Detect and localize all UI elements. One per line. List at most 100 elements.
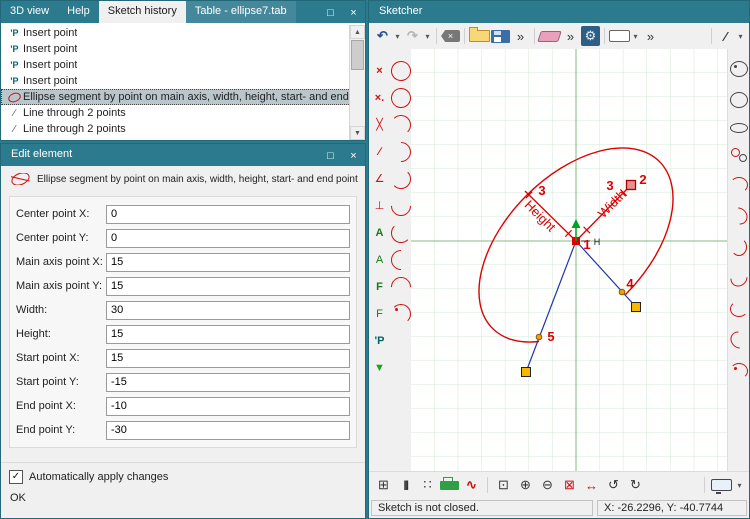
history-item-line-2[interactable]: Line through 2 points bbox=[1, 121, 365, 137]
history-item-insert-point-4[interactable]: Insert point bbox=[1, 73, 365, 89]
height-input[interactable] bbox=[106, 324, 350, 344]
maximize-button[interactable]: □ bbox=[319, 149, 342, 162]
zoom-previous-button[interactable]: ↺ bbox=[604, 475, 623, 495]
redo-dropdown[interactable]: ▾ bbox=[423, 26, 432, 46]
function-2-tool-icon[interactable]: F bbox=[371, 305, 389, 323]
maximize-button[interactable]: □ bbox=[319, 6, 342, 19]
close-button[interactable]: × bbox=[342, 6, 365, 19]
insert-point-tool-icon[interactable]: 'P bbox=[371, 332, 389, 350]
plot-button[interactable] bbox=[440, 476, 459, 490]
history-item-ellipse-segment[interactable]: Ellipse segment by point on main axis, w… bbox=[1, 89, 365, 105]
eraser-button[interactable] bbox=[537, 30, 562, 42]
tab-table-ellipse7[interactable]: Table - ellipse7.tab bbox=[185, 1, 296, 23]
point-tool-icon[interactable]: × bbox=[371, 62, 389, 80]
more-selection-tools-button[interactable]: » bbox=[641, 26, 660, 46]
ellipse-tool-icon[interactable] bbox=[387, 57, 414, 84]
zoom-extents-button[interactable]: ⊠ bbox=[560, 475, 579, 495]
main-axis-point-marker[interactable] bbox=[625, 179, 637, 191]
curve-button[interactable]: ∿ bbox=[462, 475, 481, 495]
circular-arc-3-tool-icon[interactable] bbox=[730, 238, 747, 256]
more-edit-tools-button[interactable]: » bbox=[561, 26, 580, 46]
circular-arc-5-tool-icon[interactable] bbox=[729, 301, 748, 317]
circle-center-tool-icon[interactable] bbox=[729, 61, 748, 77]
close-button[interactable]: × bbox=[342, 149, 365, 162]
circle-2-tool-icon[interactable] bbox=[729, 123, 748, 133]
ellipse-rotated-tool-icon[interactable] bbox=[387, 84, 414, 111]
line-style-dropdown[interactable]: ▾ bbox=[736, 26, 745, 46]
zoom-in-button[interactable]: ⊕ bbox=[516, 475, 535, 495]
tab-3d-view[interactable]: 3D view bbox=[1, 1, 58, 23]
end-point-x-input[interactable] bbox=[106, 396, 350, 416]
function-tool-icon[interactable]: F bbox=[371, 278, 389, 296]
center-point-y-input[interactable] bbox=[106, 228, 350, 248]
redraw-button[interactable]: ↻ bbox=[626, 475, 645, 495]
hatch-button[interactable]: ∷ bbox=[418, 475, 437, 495]
auto-apply-checkbox[interactable]: ✓ bbox=[9, 470, 23, 484]
apply-tool-icon[interactable]: ▼ bbox=[371, 359, 389, 377]
delete-button[interactable]: × bbox=[441, 30, 460, 42]
start-point-x-input[interactable] bbox=[106, 348, 350, 368]
angle-tool-icon[interactable]: ∠ bbox=[371, 170, 389, 188]
selection-dropdown[interactable]: ▾ bbox=[631, 26, 640, 46]
bars-button[interactable]: ||| bbox=[396, 475, 415, 495]
arc-tool-icon[interactable] bbox=[390, 168, 411, 189]
label-tool-icon[interactable]: A bbox=[371, 224, 389, 242]
cross-lines-tool-icon[interactable]: ╳ bbox=[371, 116, 389, 134]
line1-end-marker[interactable] bbox=[631, 302, 641, 312]
circular-arc-2-tool-icon[interactable] bbox=[726, 203, 750, 229]
arc-6-tool-icon[interactable] bbox=[390, 303, 411, 324]
circular-arc-4-tool-icon[interactable] bbox=[726, 265, 750, 291]
circular-arc-6-tool-icon[interactable] bbox=[726, 327, 750, 353]
save-button[interactable] bbox=[491, 29, 510, 43]
redo-button[interactable]: ↷ bbox=[403, 26, 422, 46]
point-coordinates-tool-icon[interactable]: ×. bbox=[371, 89, 389, 107]
viewport-button[interactable] bbox=[711, 479, 732, 494]
history-scrollbar[interactable]: ▲ ▼ bbox=[349, 25, 365, 140]
history-item-line-1[interactable]: Line through 2 points bbox=[1, 105, 365, 121]
zoom-window-button[interactable]: ⊡ bbox=[494, 475, 513, 495]
zoom-out-button[interactable]: ⊖ bbox=[538, 475, 557, 495]
end-point-y-input[interactable] bbox=[106, 420, 350, 440]
start-point-marker[interactable] bbox=[618, 288, 626, 296]
width-input[interactable] bbox=[106, 300, 350, 320]
tab-help[interactable]: Help bbox=[58, 1, 99, 23]
tab-sketch-history[interactable]: Sketch history bbox=[98, 1, 186, 23]
label-2-tool-icon[interactable]: A bbox=[371, 251, 389, 269]
cursor-coordinates: X: -26.2296, Y: -40.7744 bbox=[597, 500, 747, 516]
viewport-dropdown[interactable]: ▾ bbox=[735, 475, 744, 495]
sketch-canvas[interactable]: H 1 2 3 3 4 5 Width Height bbox=[411, 49, 727, 472]
circle-tool-icon[interactable] bbox=[729, 92, 748, 108]
main-axis-point-x-input[interactable] bbox=[106, 252, 350, 272]
line2-end-marker[interactable] bbox=[521, 367, 531, 377]
settings-button[interactable]: ⚙ bbox=[581, 26, 600, 46]
two-circles-tool-icon[interactable] bbox=[730, 148, 747, 162]
main-axis-point-y-input[interactable] bbox=[106, 276, 350, 296]
end-point-marker[interactable] bbox=[535, 333, 543, 341]
history-item-insert-point-3[interactable]: Insert point bbox=[1, 57, 365, 73]
history-item-insert-point-2[interactable]: Insert point bbox=[1, 41, 365, 57]
circular-arc-7-tool-icon[interactable] bbox=[729, 363, 748, 379]
open-button[interactable] bbox=[469, 27, 490, 42]
more-file-tools-button[interactable]: » bbox=[511, 26, 530, 46]
start-point-y-input[interactable] bbox=[106, 372, 350, 392]
grid-button[interactable]: ⊞ bbox=[374, 475, 393, 495]
history-item-insert-point-1[interactable]: Insert point bbox=[1, 25, 365, 41]
pan-button[interactable]: ↔ bbox=[582, 475, 601, 495]
center-point-x-input[interactable] bbox=[106, 204, 350, 224]
selection-button[interactable] bbox=[609, 30, 630, 42]
line-style-button[interactable]: ∕ bbox=[716, 26, 735, 46]
line-tool-icon[interactable]: ∕ bbox=[371, 143, 389, 161]
history-window-buttons: □ × bbox=[319, 1, 365, 23]
scroll-thumb[interactable] bbox=[351, 40, 364, 70]
elliptic-arc-tool-icon[interactable] bbox=[390, 114, 411, 135]
scroll-down-button[interactable]: ▼ bbox=[350, 126, 365, 140]
circular-arc-tool-icon[interactable] bbox=[729, 177, 748, 193]
undo-button[interactable]: ↶ bbox=[373, 26, 392, 46]
arc-3-tool-icon[interactable] bbox=[390, 222, 411, 243]
ok-button[interactable]: OK bbox=[10, 492, 26, 504]
sketch-history-list[interactable]: Insert point Insert point Insert point I… bbox=[1, 23, 365, 140]
edit-field-label: End point Y: bbox=[16, 424, 76, 436]
perpendicular-tool-icon[interactable]: ⊥ bbox=[371, 197, 389, 215]
undo-dropdown[interactable]: ▾ bbox=[393, 26, 402, 46]
scroll-up-button[interactable]: ▲ bbox=[350, 25, 365, 39]
